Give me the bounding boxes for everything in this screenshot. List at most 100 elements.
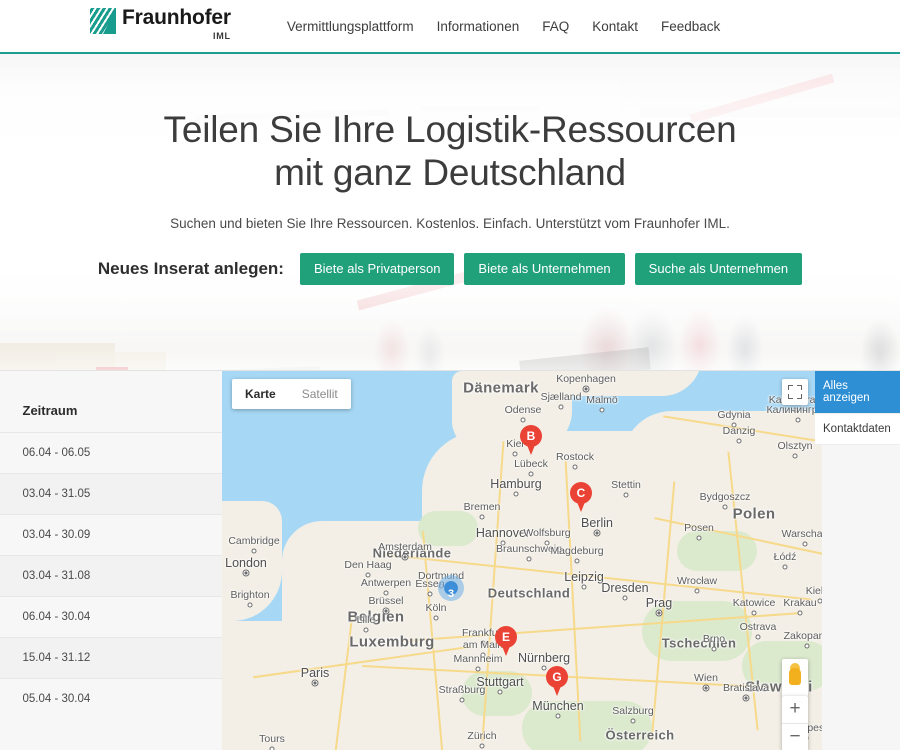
map-city-dot bbox=[797, 610, 803, 616]
cell-ort: der Havel bbox=[0, 514, 23, 556]
cell-ort bbox=[0, 596, 23, 638]
logo-wordmark: Fraunhofer bbox=[122, 6, 231, 29]
site-header: Fraunhofer IML Vermittlungsplattform Inf… bbox=[0, 0, 900, 54]
map-city-dot bbox=[383, 590, 389, 596]
map-city-dot bbox=[401, 553, 409, 561]
table-row[interactable]: 03.04 - 31.05 bbox=[0, 473, 222, 515]
map-city-dot bbox=[702, 684, 710, 692]
main-navigation: Vermittlungsplattform Informationen FAQ … bbox=[287, 19, 720, 34]
map-type-switcher: Karte Satellit bbox=[232, 379, 351, 409]
map-city-dot bbox=[480, 652, 486, 658]
map-city-dot bbox=[512, 451, 518, 457]
cta-row: Neues Inserat anlegen: Biete als Privatp… bbox=[0, 253, 900, 285]
map-city-dot bbox=[694, 588, 700, 594]
cell-ort bbox=[0, 432, 23, 474]
nav-item-faq[interactable]: FAQ bbox=[542, 19, 569, 34]
nav-item-kontakt[interactable]: Kontakt bbox=[592, 19, 638, 34]
table-row[interactable]: 03.04 - 31.08 bbox=[0, 555, 222, 597]
map-city-dot bbox=[479, 514, 485, 520]
map-forest bbox=[522, 701, 652, 750]
map-marker-b[interactable]: B bbox=[520, 425, 542, 455]
map-marker-label: B bbox=[526, 429, 536, 443]
fullscreen-icon[interactable] bbox=[782, 379, 808, 405]
cell-zeitraum: 15.04 - 31.12 bbox=[22, 637, 222, 679]
map-city-dot bbox=[382, 607, 390, 615]
map-city-dot bbox=[459, 697, 465, 703]
table-row[interactable]: 06.04 - 30.04 bbox=[0, 596, 222, 638]
map-cluster-marker[interactable]: 3 bbox=[438, 575, 464, 601]
results-section: Ort Zeitraum 06.04 - 06.0503.04 - 31.05d… bbox=[0, 370, 900, 750]
tab-kontaktdaten[interactable]: Kontaktdaten bbox=[815, 414, 900, 445]
google-map[interactable]: Dänemark Niederlande Deutschland Belgien Pol… bbox=[222, 371, 822, 750]
map-city-dot bbox=[711, 646, 717, 652]
fraunhofer-logo[interactable]: Fraunhofer IML bbox=[90, 6, 231, 46]
biete-als-unternehmen-button[interactable]: Biete als Unternehmen bbox=[464, 253, 625, 285]
map-city-dot bbox=[792, 407, 798, 413]
map-city-dot bbox=[475, 666, 481, 672]
map-city-dot bbox=[792, 453, 798, 459]
map-city-dot bbox=[520, 417, 526, 423]
cell-zeitraum: 03.04 - 31.08 bbox=[22, 555, 222, 597]
cell-zeitraum: 03.04 - 30.09 bbox=[22, 514, 222, 556]
map-marker-label: C bbox=[576, 486, 586, 500]
map-marker-c[interactable]: C bbox=[570, 482, 592, 512]
table-row[interactable]: 15.04 - 31.12 bbox=[0, 637, 222, 679]
map-city-dot bbox=[593, 529, 601, 537]
table-row[interactable]: 05.04 - 30.04 bbox=[0, 678, 222, 719]
detail-tabs: Alles anzeigen Kontaktdaten bbox=[815, 371, 900, 445]
map-city-dot bbox=[582, 385, 590, 393]
nav-item-vermittlungsplattform[interactable]: Vermittlungsplattform bbox=[287, 19, 414, 34]
map-city-dot bbox=[655, 609, 663, 617]
map-marker-g[interactable]: G bbox=[546, 666, 568, 696]
hero-section: Teilen Sie Ihre Logistik-Ressourcen mit … bbox=[0, 54, 900, 370]
table-row[interactable]: der Havel03.04 - 30.09 bbox=[0, 514, 222, 556]
map-city-dot bbox=[630, 718, 636, 724]
column-header-zeitraum[interactable]: Zeitraum bbox=[22, 371, 222, 433]
map-city-dot bbox=[802, 541, 808, 547]
cell-ort bbox=[0, 678, 23, 719]
map-city-dot bbox=[311, 679, 319, 687]
zoom-in-button[interactable]: + bbox=[782, 696, 808, 723]
map-city-dot bbox=[751, 610, 757, 616]
column-header-ort[interactable]: Ort bbox=[0, 371, 23, 433]
map-city-dot bbox=[731, 422, 737, 428]
map-city-dot bbox=[528, 471, 534, 477]
nav-item-informationen[interactable]: Informationen bbox=[437, 19, 520, 34]
map-city-dot bbox=[497, 689, 503, 695]
map-city-dot bbox=[817, 598, 822, 604]
hero-subtitle: Suchen und bieten Sie Ihre Ressourcen. K… bbox=[170, 216, 730, 231]
map-city-dot bbox=[622, 595, 628, 601]
suche-als-unternehmen-button[interactable]: Suche als Unternehmen bbox=[634, 253, 803, 285]
map-forest bbox=[418, 511, 478, 546]
results-table: Ort Zeitraum 06.04 - 06.0503.04 - 31.05d… bbox=[0, 371, 222, 719]
map-city-dot bbox=[804, 643, 810, 649]
map-city-dot bbox=[623, 492, 629, 498]
map-city-dot bbox=[736, 438, 742, 444]
nav-item-feedback[interactable]: Feedback bbox=[661, 19, 720, 34]
fraunhofer-logo-icon bbox=[90, 8, 116, 34]
street-view-pegman-icon[interactable] bbox=[782, 659, 808, 697]
zoom-out-button[interactable]: − bbox=[782, 724, 808, 750]
map-canvas[interactable]: Dänemark Niederlande Deutschland Belgien Pol… bbox=[222, 371, 822, 750]
cell-ort bbox=[0, 637, 23, 679]
map-city-dot bbox=[242, 569, 250, 577]
map-city-dot bbox=[722, 504, 728, 510]
table-row[interactable]: 06.04 - 06.05 bbox=[0, 432, 222, 474]
map-type-karte[interactable]: Karte bbox=[232, 379, 289, 409]
biete-als-privatperson-button[interactable]: Biete als Privatperson bbox=[299, 253, 455, 285]
map-zoom-controls: + − bbox=[782, 696, 808, 750]
map-city-dot bbox=[574, 558, 580, 564]
map-city-dot bbox=[251, 548, 257, 554]
page-root: Fraunhofer IML Vermittlungsplattform Inf… bbox=[0, 0, 900, 750]
map-city-dot bbox=[433, 615, 439, 621]
map-city-dot bbox=[427, 591, 433, 597]
map-city-dot bbox=[795, 417, 801, 423]
map-city-dot bbox=[572, 464, 578, 470]
cell-ort bbox=[0, 473, 23, 515]
map-type-satellit[interactable]: Satellit bbox=[289, 379, 351, 409]
logo-institute: IML bbox=[212, 31, 231, 41]
tab-alles-anzeigen[interactable]: Alles anzeigen bbox=[815, 371, 900, 414]
map-marker-e[interactable]: E bbox=[495, 626, 517, 656]
cell-ort bbox=[0, 555, 23, 597]
map-city-dot bbox=[365, 572, 371, 578]
